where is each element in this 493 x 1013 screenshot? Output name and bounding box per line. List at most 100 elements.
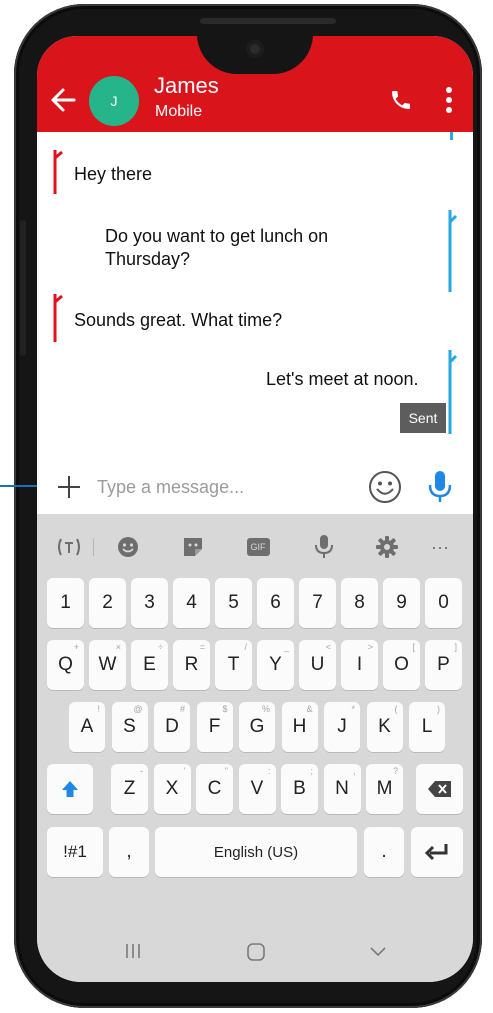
more-vert-icon[interactable] xyxy=(445,86,453,114)
letter-key[interactable]: M? xyxy=(366,764,403,814)
settings-icon[interactable] xyxy=(372,534,402,560)
symbols-key[interactable]: !#1 xyxy=(47,827,103,877)
emoji-icon[interactable] xyxy=(368,470,402,504)
number-key[interactable]: 1 xyxy=(47,578,84,628)
shift-icon xyxy=(62,781,78,797)
key-hint: ' xyxy=(183,766,186,776)
number-key[interactable]: 7 xyxy=(299,578,336,628)
number-key[interactable]: 0 xyxy=(425,578,462,628)
message-bubble-outgoing[interactable]: Let's meet at noon. xyxy=(266,368,419,391)
phone-screen: J James Mobile Hey there Do you want to … xyxy=(37,36,473,982)
key-label: C xyxy=(207,778,222,799)
number-key[interactable]: 9 xyxy=(383,578,420,628)
letter-key[interactable]: C " xyxy=(196,764,233,814)
key-hint: % xyxy=(261,704,270,714)
key-label: 7 xyxy=(312,592,323,613)
backspace-key[interactable] xyxy=(416,764,463,814)
letter-key[interactable]: F $ xyxy=(196,702,233,752)
letter-key[interactable]: J * xyxy=(324,702,360,752)
letter-key[interactable]: U < xyxy=(299,640,336,690)
back-chevron-icon[interactable] xyxy=(368,942,388,960)
phone-icon[interactable] xyxy=(389,88,413,112)
conversation-header: J James Mobile xyxy=(37,36,473,132)
letter-key[interactable]: X ' xyxy=(153,764,191,814)
letter-key[interactable]: V: xyxy=(238,764,276,814)
key-label: T xyxy=(227,654,240,675)
letter-key[interactable]: D # xyxy=(154,702,190,752)
letter-key[interactable]: W × xyxy=(89,640,126,690)
key-hint: @ xyxy=(133,704,143,714)
system-navigation-bar xyxy=(37,922,473,982)
letter-key[interactable]: B; xyxy=(281,764,318,814)
text-correction-icon[interactable] xyxy=(52,534,86,560)
enter-key[interactable] xyxy=(411,827,463,877)
number-key[interactable]: 2 xyxy=(89,578,126,628)
side-button xyxy=(20,220,26,356)
key-label: 8 xyxy=(354,592,365,613)
more-icon[interactable]: ··· xyxy=(425,534,455,560)
number-key[interactable]: 8 xyxy=(341,578,378,628)
key-hint: < xyxy=(325,642,331,652)
key-label: V xyxy=(250,778,264,799)
key-label: 1 xyxy=(60,592,71,613)
contact-avatar[interactable]: J xyxy=(89,76,139,126)
letter-key[interactable]: L) xyxy=(409,702,445,752)
sticker-icon[interactable] xyxy=(178,534,208,560)
shift-key[interactable] xyxy=(47,764,93,814)
compose-bar xyxy=(37,462,473,514)
key-label: 0 xyxy=(438,592,449,613)
key-label: M xyxy=(376,778,393,799)
letter-key[interactable]: Z- xyxy=(111,764,148,814)
letter-key[interactable]: Q + xyxy=(47,640,84,690)
letter-key[interactable]: Y _ xyxy=(257,640,294,690)
key-label: F xyxy=(208,716,221,737)
enter-icon xyxy=(424,844,448,861)
period-key[interactable]: . xyxy=(364,827,404,877)
letter-key[interactable]: N, xyxy=(323,764,361,814)
letter-key[interactable]: O[ xyxy=(383,640,420,690)
letter-key[interactable]: S @ xyxy=(111,702,148,752)
letter-key[interactable]: T / xyxy=(215,640,252,690)
key-hint: [ xyxy=(412,642,415,652)
comma-key[interactable]: , xyxy=(109,827,149,877)
letter-key[interactable]: A! xyxy=(69,702,105,752)
letter-key[interactable]: H & xyxy=(281,702,318,752)
key-label: L xyxy=(421,716,433,737)
key-label: E xyxy=(143,654,156,675)
emoji-icon[interactable] xyxy=(113,534,143,560)
home-icon[interactable] xyxy=(246,942,266,962)
key-label: D xyxy=(165,716,179,737)
message-bubble-outgoing[interactable]: Do you want to get lunch on Thursday? xyxy=(105,225,385,271)
backspace-icon xyxy=(427,781,451,797)
gif-icon[interactable]: GIF xyxy=(243,534,273,560)
number-key[interactable]: 4 xyxy=(173,578,210,628)
letter-key[interactable]: K( xyxy=(366,702,403,752)
mic-icon[interactable] xyxy=(427,469,453,505)
plus-icon[interactable] xyxy=(56,474,82,500)
earpiece-speaker xyxy=(200,18,336,24)
key-hint: * xyxy=(351,704,355,714)
key-label: 2 xyxy=(102,592,113,613)
recent-apps-icon[interactable] xyxy=(124,942,142,960)
back-arrow-icon[interactable] xyxy=(49,86,77,114)
letter-key[interactable]: R = xyxy=(173,640,210,690)
key-hint: : xyxy=(267,766,271,776)
message-input[interactable] xyxy=(97,472,337,502)
sent-status-badge: Sent xyxy=(400,403,446,433)
message-bubble-incoming[interactable]: Hey there xyxy=(74,163,152,186)
key-label: X xyxy=(165,778,179,799)
number-key[interactable]: 3 xyxy=(131,578,168,628)
key-hint: ÷ xyxy=(158,642,163,652)
message-bubble-incoming[interactable]: Sounds great. What time? xyxy=(74,309,282,332)
message-list[interactable]: Hey there Do you want to get lunch on Th… xyxy=(37,132,473,462)
number-key[interactable]: 6 xyxy=(257,578,294,628)
letter-key[interactable]: I > xyxy=(341,640,378,690)
contact-name[interactable]: James xyxy=(154,73,219,99)
number-key[interactable]: 5 xyxy=(215,578,252,628)
key-label: K xyxy=(378,716,391,737)
letter-key[interactable]: E ÷ xyxy=(131,640,168,690)
letter-key[interactable]: G% xyxy=(239,702,275,752)
space-bar[interactable]: English (US) xyxy=(155,827,357,877)
letter-key[interactable]: P] xyxy=(425,640,462,690)
voice-input-icon[interactable] xyxy=(309,534,339,560)
